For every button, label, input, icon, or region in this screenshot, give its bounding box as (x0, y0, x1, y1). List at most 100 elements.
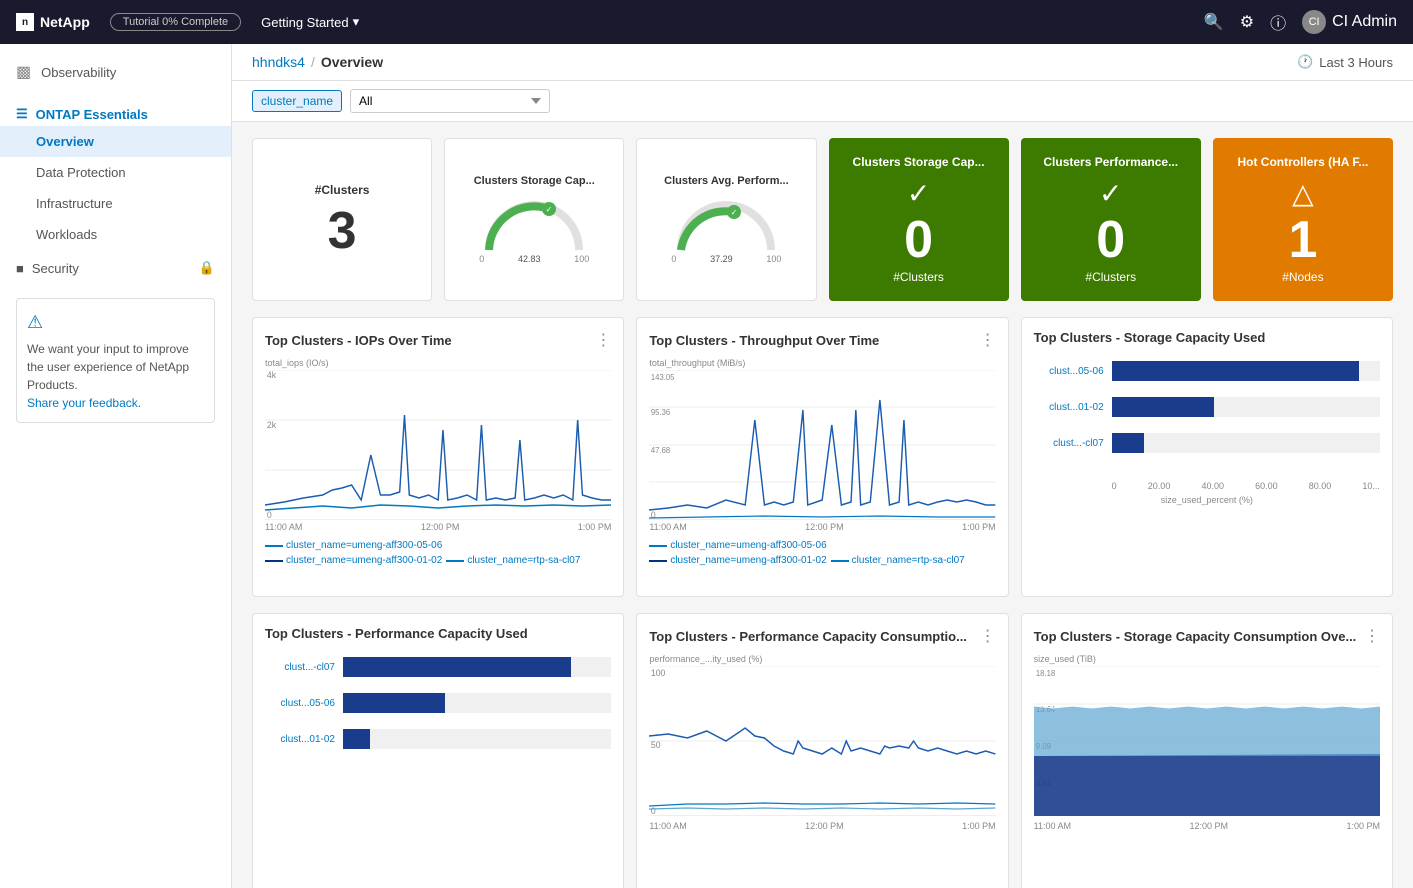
stat-card-hot-controllers: Hot Controllers (HA F... △ 1 #Nodes (1213, 138, 1393, 301)
legend-t-item-3: cluster_name=rtp-sa-cl07 (831, 555, 965, 566)
search-icon[interactable]: 🔍 (1204, 12, 1224, 32)
bar-row-3: clust...-cl07 (1034, 433, 1380, 453)
perf-bar-label-1: clust...-cl07 (265, 662, 335, 673)
bar-label-2: clust...01-02 (1034, 402, 1104, 413)
perf-bar-track-3 (343, 729, 611, 749)
perf-line-svg: 100 50 0 (649, 666, 995, 816)
svg-text:0: 0 (267, 510, 272, 520)
sidebar-section-ontap: ☰ ONTAP Essentials Overview Data Protect… (0, 96, 231, 250)
tutorial-bar[interactable]: Tutorial 0% Complete (110, 13, 241, 31)
chart-perf-bar-title: Top Clusters - Performance Capacity Used (265, 626, 528, 641)
chart-panel-throughput: Top Clusters - Throughput Over Time ⋮ to… (636, 317, 1008, 597)
chart-throughput-area: 143.05 95.36 47.68 0 (649, 370, 995, 520)
bar-row-1: clust...05-06 (1034, 361, 1380, 381)
card-hot-title: Hot Controllers (HA F... (1237, 155, 1368, 169)
perf-bar-chart: clust...-cl07 clust...05-06 (265, 649, 611, 773)
sidebar-item-infrastructure[interactable]: Infrastructure (0, 188, 231, 219)
chart-storage-area-menu[interactable]: ⋮ (1364, 626, 1380, 646)
storage-gauge-svg: ✓ (479, 195, 589, 255)
card-storage-cap-title: Clusters Storage Cap... (474, 175, 595, 187)
perf-bar-fill-2 (343, 693, 445, 713)
tutorial-label: Tutorial 0% Complete (123, 16, 228, 28)
iops-svg: .line1 { fill: none; stroke: #1a5cb0; st… (265, 370, 611, 520)
breadcrumb-current: Overview (321, 54, 383, 70)
chart-throughput-header: Top Clusters - Throughput Over Time ⋮ (649, 330, 995, 350)
gauge-max-2: 100 (766, 254, 781, 264)
legend-dash-2 (265, 560, 283, 562)
chart-throughput-title: Top Clusters - Throughput Over Time (649, 333, 879, 348)
chart-iops-menu[interactable]: ⋮ (595, 330, 611, 350)
ontap-icon: ☰ (16, 106, 28, 122)
user-label: CI Admin (1332, 13, 1397, 31)
chart-iops-legend: cluster_name=umeng-aff300-05-06 cluster_… (265, 540, 611, 566)
card-perf-title: Clusters Avg. Perform... (664, 175, 789, 187)
card-perf-green-subtitle: #Clusters (1085, 270, 1136, 284)
settings-icon[interactable]: ⚙ (1240, 12, 1254, 32)
sidebar: ▩ Observability ☰ ONTAP Essentials Overv… (0, 44, 232, 888)
logo-text: NetApp (40, 14, 90, 30)
bar-track-3 (1112, 433, 1380, 453)
feedback-box: ⚠ We want your input to improve the user… (16, 298, 215, 423)
user-info[interactable]: CI CI Admin (1302, 10, 1397, 34)
filter-tag: cluster_name (252, 90, 342, 112)
card-storage-green-subtitle: #Clusters (893, 270, 944, 284)
chart-storage-bar-header: Top Clusters - Storage Capacity Used (1034, 330, 1380, 345)
chart-storage-area-header: Top Clusters - Storage Capacity Consumpt… (1034, 626, 1380, 646)
sidebar-workloads-label: Workloads (36, 227, 97, 242)
svg-text:47.68: 47.68 (651, 446, 671, 455)
sidebar-item-data-protection[interactable]: Data Protection (0, 157, 231, 188)
legend-item-2: cluster_name=umeng-aff300-01-02 (265, 555, 442, 566)
layout: ▩ Observability ☰ ONTAP Essentials Overv… (0, 44, 1413, 888)
feedback-link[interactable]: Share your feedback. (27, 396, 141, 410)
sidebar-item-workloads[interactable]: Workloads (0, 219, 231, 250)
perf-bar-label-3: clust...01-02 (265, 734, 335, 745)
chart-perf-line-xlabels: 11:00 AM 12:00 PM 1:00 PM (649, 821, 995, 831)
svg-text:95.36: 95.36 (651, 408, 671, 417)
bar-track-2 (1112, 397, 1380, 417)
svg-text:100: 100 (651, 668, 666, 678)
svg-text:18.18: 18.18 (1036, 669, 1056, 678)
sidebar-ontap-label: ONTAP Essentials (36, 107, 148, 122)
chevron-down-icon: ▾ (353, 14, 360, 30)
sidebar-item-security[interactable]: ■ Security 🔒 (0, 250, 231, 286)
help-icon[interactable]: ⓘ (1270, 10, 1286, 34)
legend-t-dash-2 (649, 560, 667, 562)
chart-iops-xlabels: 11:00 AM 12:00 PM 1:00 PM (265, 522, 611, 532)
bar-fill-3 (1112, 433, 1144, 453)
perf-bar-track-1 (343, 657, 611, 677)
svg-text:0: 0 (651, 806, 656, 816)
gauge-val-1: 42.83 (518, 254, 541, 264)
bar-label-3: clust...-cl07 (1034, 438, 1104, 449)
bar-row-2: clust...01-02 (1034, 397, 1380, 417)
bar-fill-1 (1112, 361, 1359, 381)
chart-panels-row-1: Top Clusters - IOPs Over Time ⋮ total_io… (252, 317, 1393, 597)
time-range[interactable]: 🕐 Last 3 Hours (1297, 54, 1393, 70)
chart-perf-line-menu[interactable]: ⋮ (980, 626, 996, 646)
chart-iops-ylabel: total_iops (IO/s) (265, 358, 611, 368)
warning-icon: △ (1292, 177, 1314, 210)
sidebar-security-label: Security (32, 261, 79, 276)
card-perf-green-title: Clusters Performance... (1043, 155, 1178, 169)
sidebar-ontap-header[interactable]: ☰ ONTAP Essentials (0, 96, 231, 126)
svg-text:143.05: 143.05 (651, 373, 675, 382)
legend-dash-1 (265, 545, 283, 547)
legend-item-1: cluster_name=umeng-aff300-05-06 (265, 540, 442, 551)
getting-started[interactable]: Getting Started ▾ (261, 14, 359, 30)
legend-t-item-2: cluster_name=umeng-aff300-01-02 (649, 555, 826, 566)
sidebar-item-overview[interactable]: Overview (0, 126, 231, 157)
chart-throughput-xlabels: 11:00 AM 12:00 PM 1:00 PM (649, 522, 995, 532)
sidebar-item-observability[interactable]: ▩ Observability (0, 52, 231, 92)
shield-icon: ■ (16, 261, 24, 276)
filter-select[interactable]: All (350, 89, 550, 113)
chart-perf-bar-header: Top Clusters - Performance Capacity Used (265, 626, 611, 641)
chart-storage-area-title: Top Clusters - Storage Capacity Consumpt… (1034, 629, 1357, 644)
breadcrumb-parent[interactable]: hhndks4 (252, 54, 305, 70)
clock-icon: 🕐 (1297, 54, 1313, 70)
perf-bar-fill-1 (343, 657, 571, 677)
chart-throughput-menu[interactable]: ⋮ (980, 330, 996, 350)
feedback-text: We want your input to improve the user e… (27, 340, 204, 394)
perf-bar-row-2: clust...05-06 (265, 693, 611, 713)
chart-iops-area: .line1 { fill: none; stroke: #1a5cb0; st… (265, 370, 611, 520)
feedback-icon: ⚠ (27, 309, 204, 336)
chart-storage-area-ylabel: size_used (TiB) (1034, 654, 1380, 664)
